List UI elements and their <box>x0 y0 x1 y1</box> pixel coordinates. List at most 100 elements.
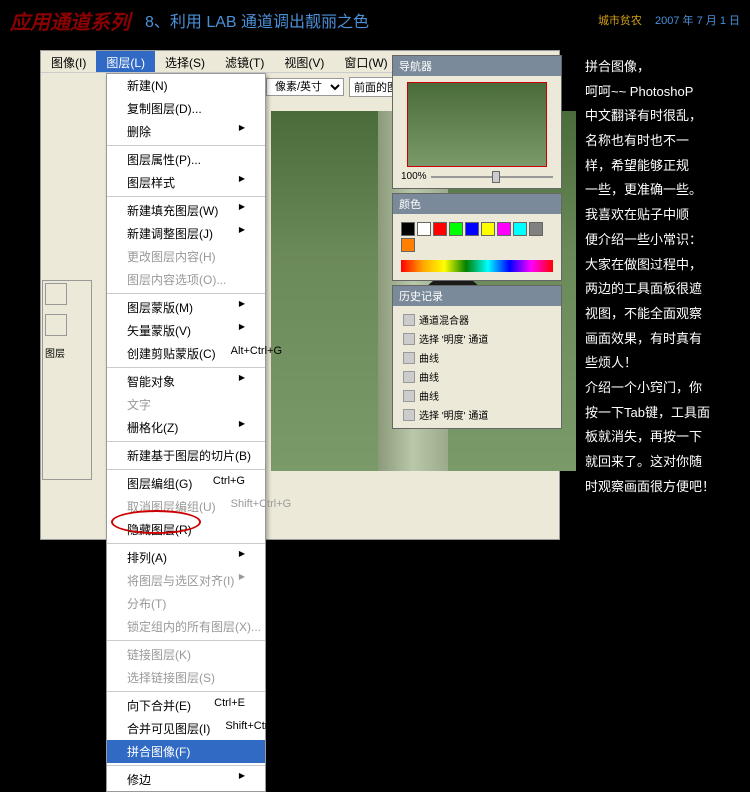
history-title: 历史记录 <box>399 288 443 304</box>
unit-select[interactable]: 像素/英寸 <box>266 78 344 96</box>
color-swatches <box>397 218 557 256</box>
menu-item[interactable]: 智能对象 ▶ <box>107 370 265 393</box>
layers-label: 图层 <box>43 343 91 362</box>
tool-button[interactable] <box>45 283 67 305</box>
menu-item-label: 图层蒙版(M) <box>127 299 193 316</box>
submenu-arrow-icon: ▶ <box>239 123 245 140</box>
menubar-item[interactable]: 滤镜(T) <box>215 51 274 72</box>
menu-item[interactable]: 隐藏图层(R) <box>107 518 265 541</box>
menubar-item[interactable]: 视图(V) <box>274 51 334 72</box>
color-swatch[interactable] <box>529 222 543 236</box>
menu-item[interactable]: 拼合图像(F) <box>107 740 265 763</box>
menubar-item[interactable]: 选择(S) <box>155 51 215 72</box>
history-item[interactable]: 选择 '明度' 通道 <box>397 329 557 348</box>
menu-item-label: 删除 <box>127 123 151 140</box>
menu-item[interactable]: 图层编组(G)Ctrl+G <box>107 472 265 495</box>
history-item[interactable]: 曲线 <box>397 367 557 386</box>
menu-item[interactable]: 新建填充图层(W) ▶ <box>107 199 265 222</box>
menu-separator <box>107 293 265 294</box>
menu-separator <box>107 543 265 544</box>
lesson-title: 8、利用 LAB 通道调出靓丽之色 <box>145 8 369 32</box>
submenu-arrow-icon: ▶ <box>239 572 245 589</box>
menu-separator <box>107 640 265 641</box>
menu-item[interactable]: 向下合并(E)Ctrl+E <box>107 694 265 717</box>
menu-item-label: 排列(A) <box>127 549 167 566</box>
menu-item[interactable]: 新建调整图层(J)▶ <box>107 222 265 245</box>
menu-item[interactable]: 图层属性(P)... <box>107 148 265 171</box>
color-swatch[interactable] <box>513 222 527 236</box>
menubar-item[interactable]: 图像(I) <box>41 51 96 72</box>
menu-item[interactable]: 新建基于图层的切片(B) <box>107 444 265 467</box>
menu-item[interactable]: 新建(N) <box>107 74 265 97</box>
menubar-item[interactable]: 窗口(W) <box>334 51 397 72</box>
color-swatch[interactable] <box>401 238 415 252</box>
menu-item-label: 图层属性(P)... <box>127 151 201 168</box>
menu-shortcut: Shift+Ctrl+E <box>225 720 284 737</box>
color-swatch[interactable] <box>497 222 511 236</box>
menu-item[interactable]: 栅格化(Z)▶ <box>107 416 265 439</box>
menu-item-label: 将图层与选区对齐(I) <box>127 572 234 589</box>
navigator-thumbnail[interactable] <box>407 82 547 167</box>
menu-item[interactable]: 图层样式▶ <box>107 171 265 194</box>
history-header[interactable]: 历史记录 <box>393 286 561 306</box>
menu-item[interactable]: 创建剪贴蒙版(C)Alt+Ctrl+G <box>107 342 265 365</box>
menu-item-label: 新建填充图层(W) <box>127 202 218 219</box>
history-item[interactable]: 选择 '明度' 通道 <box>397 405 557 424</box>
menu-item-label: 智能对象 <box>127 373 175 390</box>
menu-item: 锁定组内的所有图层(X)... <box>107 615 265 638</box>
zoom-thumb[interactable] <box>492 171 500 183</box>
menubar-item[interactable]: 图层(L) <box>96 51 155 72</box>
hue-gradient[interactable] <box>401 260 553 272</box>
color-panel: 颜色 <box>392 193 562 281</box>
menu-item: 链接图层(K) <box>107 643 265 666</box>
menu-separator <box>107 145 265 146</box>
zoom-slider[interactable] <box>431 176 553 178</box>
menu-item-label: 新建(N) <box>127 77 168 94</box>
page-header: 应用通道系列 8、利用 LAB 通道调出靓丽之色 城市贫农 2007 年 7 月… <box>0 0 750 40</box>
history-label: 曲线 <box>419 369 439 384</box>
color-swatch[interactable] <box>449 222 463 236</box>
submenu-arrow-icon: ▶ <box>239 174 245 191</box>
menu-item: 将图层与选区对齐(I) ▶ <box>107 569 265 592</box>
submenu-arrow-icon: ▶ <box>239 549 245 566</box>
navigator-header[interactable]: 导航器 <box>393 56 561 76</box>
menu-separator <box>107 367 265 368</box>
submenu-arrow-icon: ▶ <box>239 202 245 219</box>
layers-palette-fragment: 图层 <box>42 280 92 480</box>
menu-shortcut: Ctrl+E <box>214 697 245 714</box>
tool-button[interactable] <box>45 314 67 336</box>
menu-separator <box>107 441 265 442</box>
history-item[interactable]: 通道混合器 <box>397 310 557 329</box>
menu-item[interactable]: 排列(A) ▶ <box>107 546 265 569</box>
right-panels: 导航器 100% 颜色 历史记录 通道混合器选择 '明度' 通道曲线曲线曲线选择… <box>392 55 562 433</box>
menu-item[interactable]: 合并可见图层(I)Shift+Ctrl+E <box>107 717 265 740</box>
menu-item-label: 修边 <box>127 771 151 788</box>
color-swatch[interactable] <box>401 222 415 236</box>
menu-item[interactable]: 修边▶ <box>107 768 265 791</box>
menu-item[interactable]: 复制图层(D)... <box>107 97 265 120</box>
tutorial-text: 拼合图像，呵呵~~ PhotoshoP中文翻译有时很乱，名称也有时也不一样，希望… <box>585 55 745 499</box>
menu-item[interactable]: 删除 ▶ <box>107 120 265 143</box>
menu-item[interactable]: 矢量蒙版(V)▶ <box>107 319 265 342</box>
submenu-arrow-icon: ▶ <box>239 373 245 390</box>
menu-item-label: 新建调整图层(J) <box>127 225 213 242</box>
menu-item-label: 链接图层(K) <box>127 646 191 663</box>
color-header[interactable]: 颜色 <box>393 194 561 214</box>
color-swatch[interactable] <box>481 222 495 236</box>
history-step-icon <box>403 333 415 345</box>
menu-separator <box>107 765 265 766</box>
menu-item-label: 复制图层(D)... <box>127 100 202 117</box>
menu-item-label: 合并可见图层(I) <box>127 720 210 737</box>
menu-item[interactable]: 图层蒙版(M)▶ <box>107 296 265 319</box>
color-swatch[interactable] <box>433 222 447 236</box>
history-step-icon <box>403 314 415 326</box>
menu-item-label: 分布(T) <box>127 595 166 612</box>
history-item[interactable]: 曲线 <box>397 348 557 367</box>
menu-item-label: 矢量蒙版(V) <box>127 322 191 339</box>
color-swatch[interactable] <box>465 222 479 236</box>
history-label: 选择 '明度' 通道 <box>419 407 488 422</box>
history-item[interactable]: 曲线 <box>397 386 557 405</box>
publish-date: 2007 年 7 月 1 日 <box>655 15 740 27</box>
color-swatch[interactable] <box>417 222 431 236</box>
menu-separator <box>107 469 265 470</box>
